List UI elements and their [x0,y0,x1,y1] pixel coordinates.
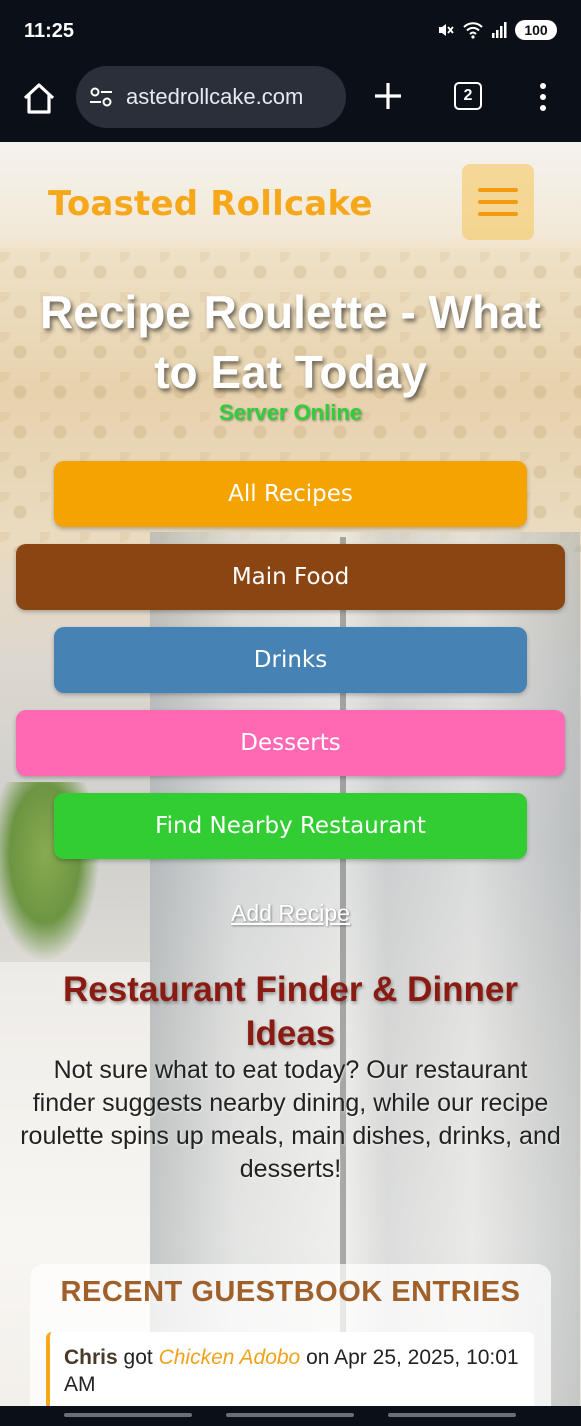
system-nav-bar [0,1406,581,1426]
address-bar[interactable]: astedrollcake.com [76,66,346,128]
section-heading-line-1: Restaurant Finder & Dinner [62,970,519,1009]
status-icons: 100 [437,20,557,40]
entry-name: Chris [64,1346,118,1369]
section-description: Not sure what to eat today? Our restaura… [20,1056,561,1183]
menu-icon-bar [478,200,518,204]
page-title-line-1: Recipe Roulette - What [40,286,541,338]
nav-bar-segment [226,1413,354,1417]
find-nearby-restaurant-button[interactable]: Find Nearby Restaurant [54,793,527,859]
hamburger-menu-button[interactable] [462,164,534,240]
more-icon[interactable] [534,82,552,112]
entry-on: on [306,1346,330,1369]
new-tab-icon[interactable] [372,80,404,112]
drinks-button[interactable]: Drinks [54,627,527,693]
main-food-button[interactable]: Main Food [16,544,565,610]
desserts-button[interactable]: Desserts [16,710,565,776]
entry-verb: got [123,1346,153,1369]
status-time: 11:25 [24,20,75,42]
signal-icon [492,22,507,38]
battery-icon: 100 [515,20,557,40]
mute-icon [439,24,454,36]
add-recipe-link[interactable]: Add Recipe [0,900,581,927]
entry-date: Apr 25, 2025, [334,1346,461,1369]
page-title-line-2: to Eat Today [154,346,427,398]
guestbook-entry: Chris got Chicken Adobo on Apr 25, 2025,… [46,1332,534,1406]
menu-icon-bar [478,212,518,216]
section-heading: Restaurant Finder & Dinner Ideas [30,968,551,1056]
home-icon[interactable] [20,80,58,118]
wifi-icon [463,22,483,39]
nav-bar-segment [64,1413,192,1417]
nav-bar-segment [388,1413,516,1417]
site-settings-icon[interactable] [88,84,114,110]
status-bar: 11:25 100 [0,0,581,62]
server-status: Server Online [218,400,363,425]
tabs-icon[interactable]: 2 [454,82,482,110]
page-title: Recipe Roulette - What to Eat Today [0,282,581,402]
site-logo[interactable]: Toasted Rollcake [48,184,373,224]
url-text[interactable]: astedrollcake.com [126,84,303,110]
browser-toolbar: astedrollcake.com 2 [0,62,581,142]
menu-icon-bar [478,188,518,192]
guestbook-panel: RECENT GUESTBOOK ENTRIES Chris got Chick… [30,1264,551,1406]
page-viewport: Toasted Rollcake Recipe Roulette - What … [0,142,581,1406]
section-heading-line-2: Ideas [245,1014,336,1053]
entry-dish[interactable]: Chicken Adobo [159,1346,301,1369]
guestbook-title: RECENT GUESTBOOK ENTRIES [60,1276,521,1308]
all-recipes-button[interactable]: All Recipes [54,461,527,527]
